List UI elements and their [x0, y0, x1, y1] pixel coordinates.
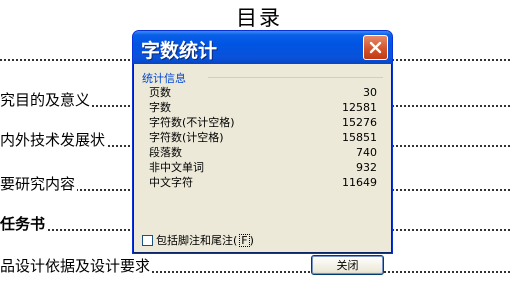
stat-label: 段落数: [149, 146, 182, 159]
checkbox-label-text: 包括脚注和尾注: [156, 234, 233, 247]
toc-entry: 要研究内容: [0, 174, 78, 194]
doc-heading: 目录: [236, 6, 282, 30]
close-button[interactable]: 关闭: [311, 255, 384, 275]
stat-label: 字数: [149, 101, 171, 114]
toc-entry: 究目的及意义: [0, 90, 93, 110]
stat-row: 字符数(不计空格) 15276: [149, 115, 377, 130]
stat-label: 字符数(不计空格): [149, 116, 235, 129]
stat-label: 字符数(计空格): [149, 131, 224, 144]
dialog-title: 字数统计: [141, 40, 218, 62]
stat-row: 非中文单词 932: [149, 160, 377, 175]
stat-row: 页数 30: [149, 85, 377, 100]
toc-entry: 内外技术发展状: [0, 130, 108, 150]
checkbox-accesskey: F: [239, 234, 250, 247]
dialog-titlebar[interactable]: 字数统计: [133, 31, 392, 64]
word-count-dialog: 字数统计 统计信息 页数 30 字数 12581 字符数(不计空格) 15276: [132, 30, 393, 275]
stat-row: 段落数 740: [149, 145, 377, 160]
stat-row: 中文字符 11649: [149, 175, 377, 190]
stats-group-label: 统计信息: [142, 72, 186, 85]
stat-label: 非中文单词: [149, 161, 204, 174]
stat-label: 页数: [149, 86, 171, 99]
stats-list: 页数 30 字数 12581 字符数(不计空格) 15276 字符数(计空格) …: [149, 85, 377, 190]
stat-value: 11649: [342, 176, 377, 189]
include-footnotes-checkbox[interactable]: [142, 234, 153, 246]
stat-row: 字数 12581: [149, 100, 377, 115]
dialog-body: 统计信息 页数 30 字数 12581 字符数(不计空格) 15276 字符数(…: [136, 64, 389, 275]
stat-value: 12581: [342, 101, 377, 114]
stat-value: 15851: [342, 131, 377, 144]
toc-entry: 任务书: [0, 214, 48, 234]
footnotes-option[interactable]: 包括脚注和尾注(F): [142, 233, 254, 247]
toc-line[interactable]: 品设计依据及设计要求: [0, 254, 510, 276]
stat-label: 中文字符: [149, 176, 193, 189]
stat-value: 932: [356, 161, 377, 174]
close-icon[interactable]: [363, 35, 388, 60]
close-x-icon: [369, 41, 382, 54]
stat-row: 字符数(计空格) 15851: [149, 130, 377, 145]
group-divider: [208, 77, 383, 78]
stat-value: 30: [363, 86, 377, 99]
checkbox-label: 包括脚注和尾注(F): [156, 234, 254, 247]
toc-entry: 品设计依据及设计要求: [0, 256, 153, 276]
stat-value: 15276: [342, 116, 377, 129]
stat-value: 740: [356, 146, 377, 159]
